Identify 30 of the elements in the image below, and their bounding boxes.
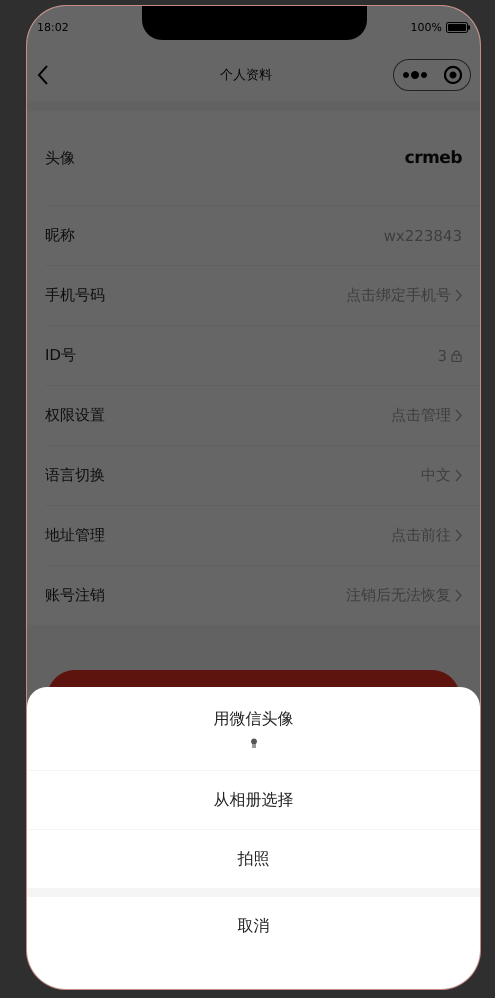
option-label: 用微信头像: [214, 709, 294, 730]
cancel-button[interactable]: 取消: [27, 897, 480, 955]
row-label: 权限设置: [45, 406, 106, 425]
chevron-icon: [455, 529, 462, 542]
row-label: 昵称: [45, 226, 76, 245]
row-label: 语言切换: [45, 466, 106, 485]
sheet-option[interactable]: 从相册选择: [27, 771, 480, 830]
sheet-option[interactable]: 用微信头像: [27, 687, 480, 771]
close-icon[interactable]: [442, 65, 462, 85]
chevron-icon: [455, 589, 462, 602]
profile-row[interactable]: 头像 crmeb: [45, 111, 480, 206]
option-label: 从相册选择: [214, 790, 294, 810]
row-label: 账号注销: [45, 586, 106, 605]
row-label: 头像: [45, 148, 76, 168]
more-icon[interactable]: [402, 70, 428, 80]
chevron-icon: [455, 409, 462, 422]
row-label: ID号: [45, 346, 77, 365]
battery-level: 100%: [410, 21, 442, 34]
page-title: 个人资料: [219, 67, 273, 84]
capsule-menu[interactable]: [393, 59, 471, 91]
battery-icon: [446, 22, 470, 33]
row-label: 地址管理: [45, 526, 106, 545]
option-label: 拍照: [238, 848, 270, 870]
lock-icon: [451, 350, 462, 362]
chevron-icon: [455, 469, 462, 482]
back-icon[interactable]: [37, 65, 49, 85]
status-time: 18:02: [37, 21, 70, 34]
row-label: 手机号码: [45, 286, 106, 305]
avatar-logo: crmeb: [404, 148, 462, 168]
chevron-icon: [455, 289, 462, 302]
